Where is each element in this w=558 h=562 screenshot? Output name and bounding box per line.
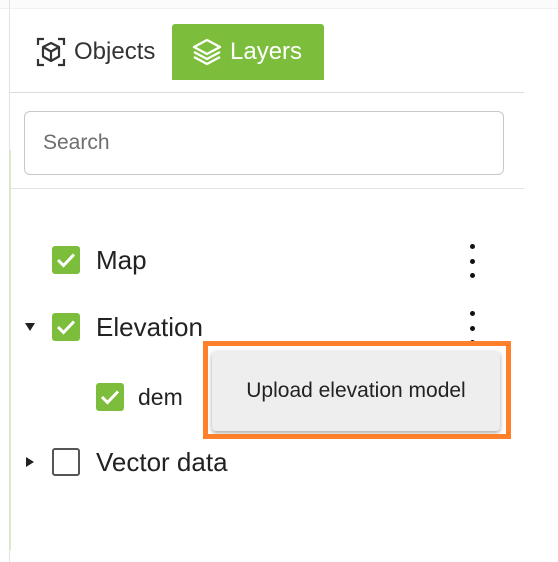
elevation-more-options-icon[interactable] — [462, 311, 482, 345]
tabs-divider — [10, 92, 524, 93]
layers-icon — [190, 35, 224, 69]
tab-objects-label: Objects — [74, 38, 156, 65]
map-more-options-icon[interactable] — [462, 244, 482, 278]
layer-label-map: Map — [96, 244, 147, 275]
highlight-box — [203, 341, 511, 439]
vector-expand-caret-icon[interactable] — [23, 455, 37, 469]
top-edge — [0, 0, 558, 9]
layers-panel: Objects Layers Map Elevation — [0, 0, 558, 562]
tab-objects[interactable]: Objects — [30, 24, 172, 80]
cube-icon — [34, 35, 68, 69]
tab-layers-label: Layers — [230, 38, 303, 65]
panel-left-accent — [9, 150, 11, 550]
layer-label-dem: dem — [138, 383, 183, 410]
vector-data-checkbox[interactable] — [52, 448, 80, 476]
layer-row-dem: dem — [96, 375, 183, 419]
tab-layers[interactable]: Layers — [172, 24, 324, 80]
layer-row-vector-data: Vector data — [52, 440, 228, 484]
layer-label-elevation: Elevation — [96, 311, 203, 342]
map-checkbox[interactable] — [52, 246, 80, 274]
layer-label-vector-data: Vector data — [96, 446, 228, 477]
search-input[interactable] — [24, 111, 504, 175]
layer-row-map: Map — [52, 238, 147, 282]
layer-row-elevation: Elevation — [52, 305, 203, 349]
elevation-expand-caret-icon[interactable] — [23, 320, 37, 334]
dem-checkbox[interactable] — [96, 383, 124, 411]
search-divider — [10, 188, 524, 189]
elevation-checkbox[interactable] — [52, 313, 80, 341]
